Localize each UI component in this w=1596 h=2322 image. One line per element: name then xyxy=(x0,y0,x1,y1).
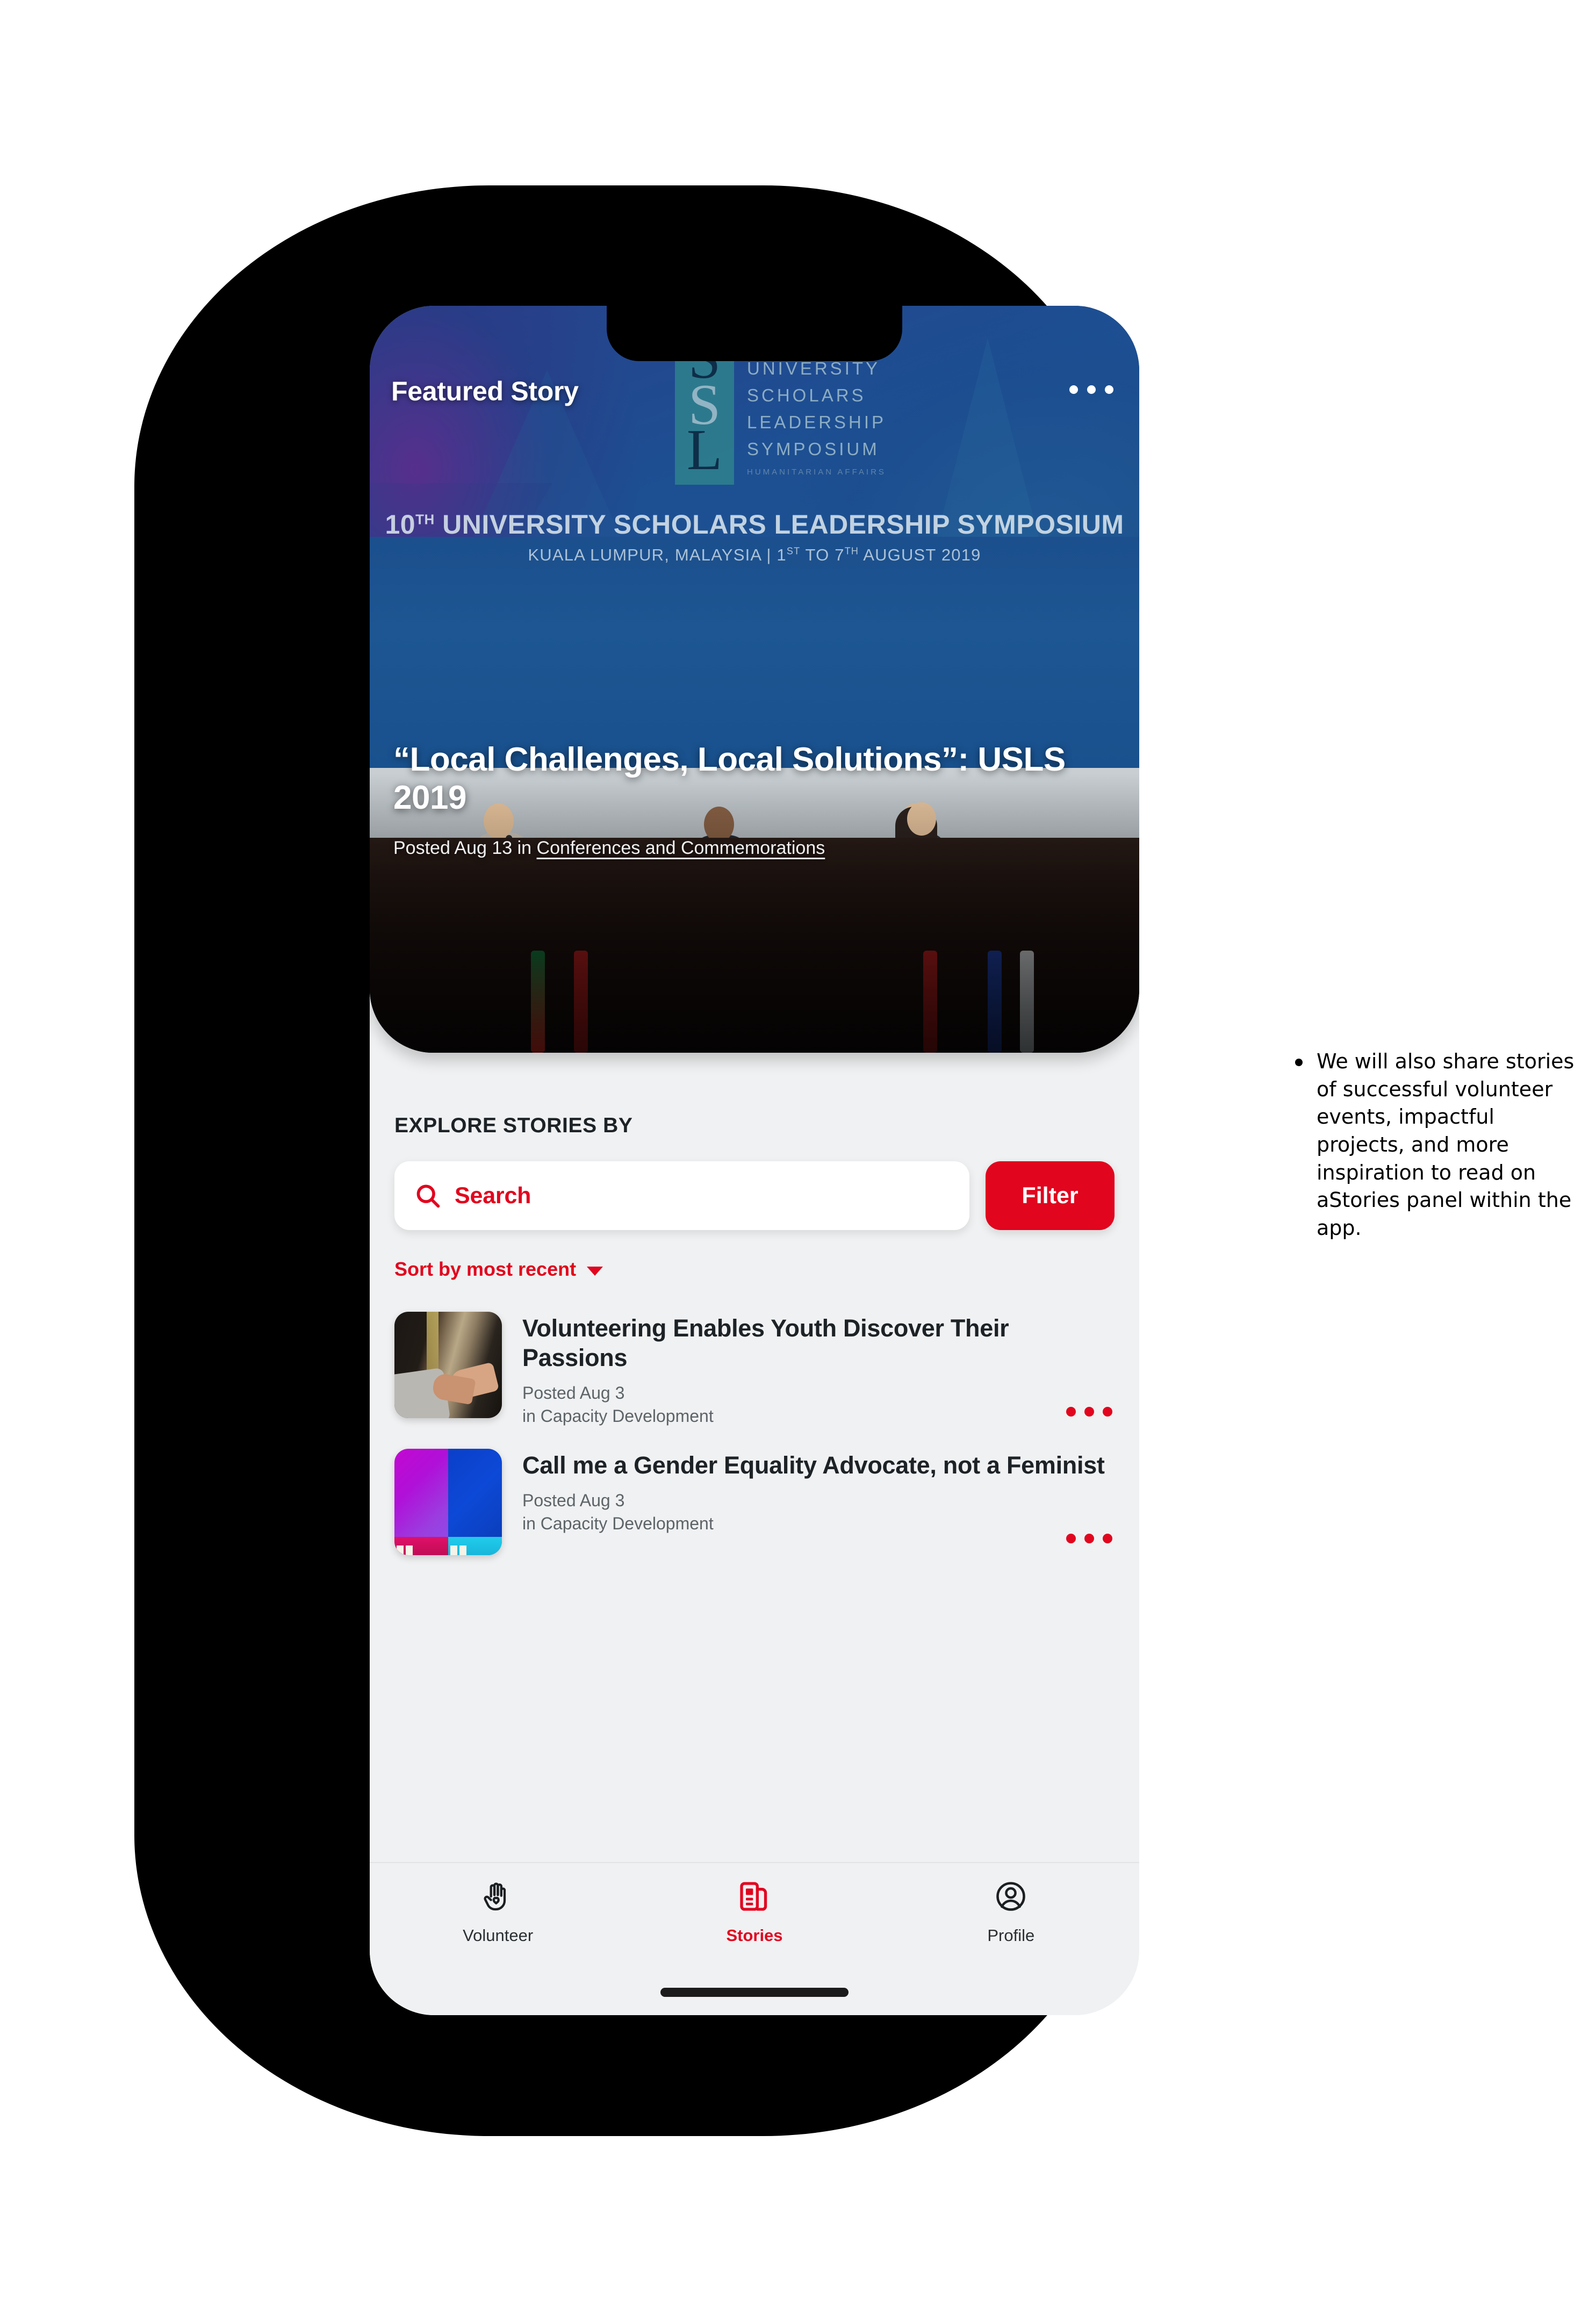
story-list: Volunteering Enables Youth Discover Thei… xyxy=(394,1303,1115,1567)
sort-label: Sort by most recent xyxy=(394,1258,577,1280)
symposium-venue: KUALA LUMPUR, MALAYSIA | 1 xyxy=(528,545,787,564)
list-item[interactable]: Volunteering Enables Youth Discover Thei… xyxy=(394,1303,1115,1440)
explore-stories-heading: EXPLORE STORIES BY xyxy=(394,1114,633,1137)
chevron-down-icon xyxy=(587,1266,603,1276)
story-body: Volunteering Enables Youth Discover Thei… xyxy=(522,1312,1115,1428)
usls-mark-letter-3: L xyxy=(687,418,722,482)
nav-item-volunteer[interactable]: Volunteer xyxy=(370,1879,626,1945)
story-more-icon[interactable] xyxy=(1066,1533,1112,1543)
explore-stories-section: EXPLORE STORIES BY Search Filter Sort by… xyxy=(370,1053,1139,1567)
featured-story-posted: Posted Aug 13 in xyxy=(393,838,537,858)
usls-word-2: SCHOLARS xyxy=(747,385,866,406)
story-meta: Posted Aug 3 in Capacity Development xyxy=(522,1489,1115,1536)
symposium-date-mid: TO 7 xyxy=(800,545,845,564)
symposium-banner-line-1: 10TH UNIVERSITY SCHOLARS LEADERSHIP SYMP… xyxy=(370,509,1139,540)
symposium-date-end: AUGUST 2019 xyxy=(859,545,981,564)
symposium-date-sup-1: ST xyxy=(786,545,801,557)
featured-story-card[interactable]: S S L UNIVERSITY SCHOLARS LEADERSHIP SYM… xyxy=(370,306,1139,1053)
home-indicator[interactable] xyxy=(660,1988,849,1997)
symposium-date-sup-2: TH xyxy=(844,545,859,557)
symposium-number: 10 xyxy=(385,509,416,540)
nav-item-stories[interactable]: Stories xyxy=(626,1879,882,1945)
symposium-ordinal: TH xyxy=(415,511,435,528)
featured-story-category-link[interactable]: Conferences and Commemorations xyxy=(537,838,825,858)
usls-logo-subtitle: HUMANITARIAN AFFAIRS xyxy=(747,467,886,477)
nav-label-stories: Stories xyxy=(726,1926,783,1945)
usls-logo-wordmark: UNIVERSITY SCHOLARS LEADERSHIP SYMPOSIUM… xyxy=(747,348,886,478)
search-icon xyxy=(414,1182,442,1210)
usls-logo: S S L UNIVERSITY SCHOLARS LEADERSHIP SYM… xyxy=(675,330,886,485)
search-placeholder-text: Search xyxy=(455,1182,531,1209)
usls-word-4: SYMPOSIUM xyxy=(747,439,880,459)
helping-hand-icon xyxy=(481,1879,515,1916)
story-category: in Capacity Development xyxy=(522,1514,714,1534)
featured-story-title: “Local Challenges, Local Solutions”: USL… xyxy=(393,741,1066,816)
story-posted-date: Posted Aug 3 xyxy=(522,1490,625,1510)
search-input[interactable]: Search xyxy=(394,1161,969,1230)
symposium-banner-line-2: KUALA LUMPUR, MALAYSIA | 1ST TO 7TH AUGU… xyxy=(370,545,1139,565)
phone-screen: S S L UNIVERSITY SCHOLARS LEADERSHIP SYM… xyxy=(370,306,1139,2015)
nav-label-profile: Profile xyxy=(987,1926,1035,1945)
bullet-icon xyxy=(1295,1059,1303,1066)
usls-logo-mark: S S L xyxy=(675,330,734,485)
featured-story-more-icon[interactable] xyxy=(1069,385,1113,394)
story-body: Call me a Gender Equality Advocate, not … xyxy=(522,1449,1115,1536)
story-thumbnail xyxy=(394,1312,502,1418)
featured-story-label: Featured Story xyxy=(391,376,579,406)
story-title: Call me a Gender Equality Advocate, not … xyxy=(522,1451,1105,1479)
device-notch xyxy=(607,306,902,361)
annotation-bullet-item: We will also share stories of successful… xyxy=(1295,1048,1575,1242)
nav-label-volunteer: Volunteer xyxy=(463,1926,534,1945)
annotation-text: We will also share stories of successful… xyxy=(1317,1049,1575,1240)
story-more-icon[interactable] xyxy=(1066,1406,1112,1417)
search-filter-row: Search Filter xyxy=(394,1161,1115,1230)
user-circle-icon xyxy=(994,1879,1028,1916)
story-title: Volunteering Enables Youth Discover Thei… xyxy=(522,1314,1009,1371)
symposium-name: UNIVERSITY SCHOLARS LEADERSHIP SYMPOSIUM xyxy=(434,509,1124,540)
news-book-icon xyxy=(737,1879,772,1916)
story-posted-date: Posted Aug 3 xyxy=(522,1383,625,1403)
story-thumbnail xyxy=(394,1448,502,1555)
list-item[interactable]: Call me a Gender Equality Advocate, not … xyxy=(394,1440,1115,1567)
featured-story-meta: Posted Aug 13 in Conferences and Commemo… xyxy=(393,838,825,859)
sort-dropdown[interactable]: Sort by most recent xyxy=(394,1258,1115,1281)
story-category: in Capacity Development xyxy=(522,1406,714,1426)
filter-button[interactable]: Filter xyxy=(986,1161,1115,1230)
usls-word-3: LEADERSHIP xyxy=(747,412,887,433)
story-meta: Posted Aug 3 in Capacity Development xyxy=(522,1382,1115,1428)
nav-item-profile[interactable]: Profile xyxy=(883,1879,1139,1945)
